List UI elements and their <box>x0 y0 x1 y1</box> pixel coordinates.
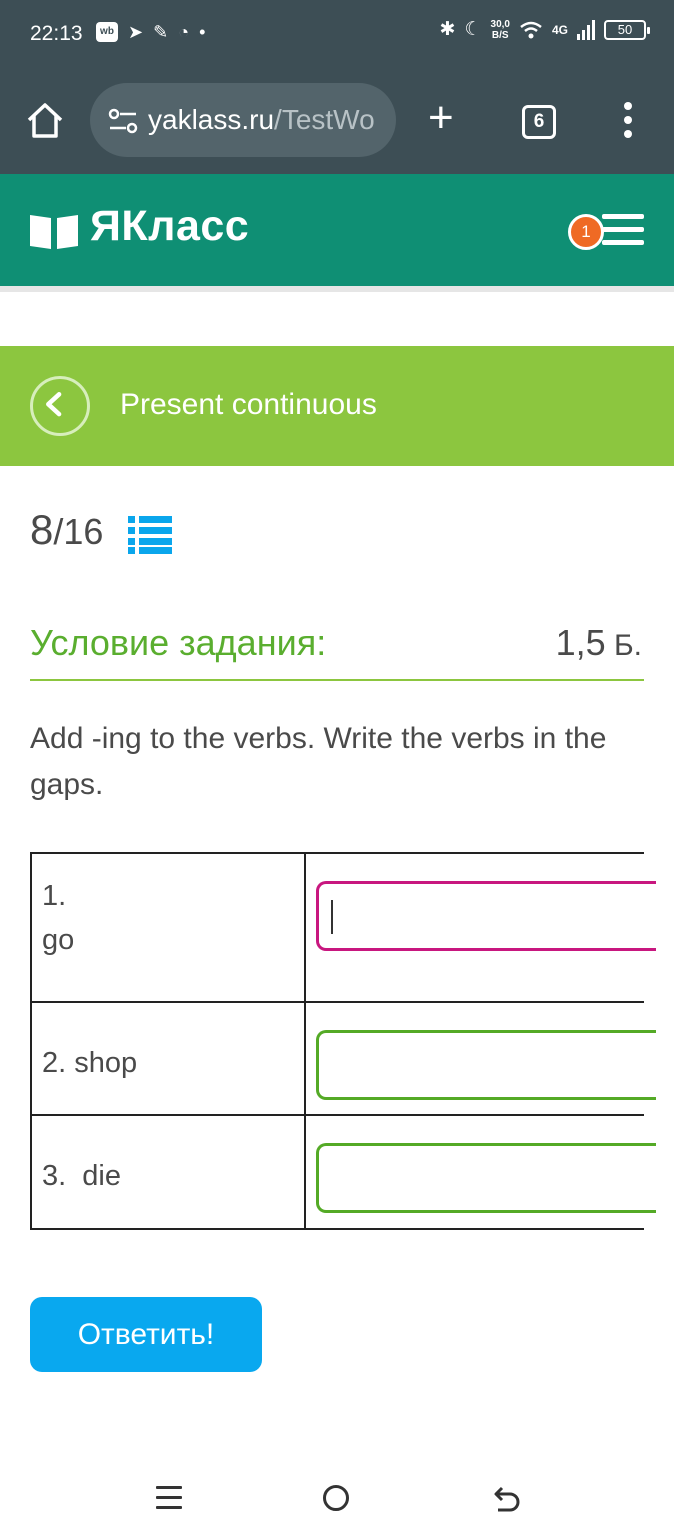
row-number: 2. <box>42 1046 67 1079</box>
progress-current: 8 <box>30 506 54 553</box>
back-icon[interactable] <box>492 1484 522 1514</box>
answer-cell <box>304 852 656 1003</box>
dot-icon: • <box>199 22 206 42</box>
verb-cell: 2. shop <box>30 1000 306 1117</box>
wifi-icon <box>520 21 542 38</box>
status-app-icons: wb ➤ ✎ ◔ • <box>96 22 205 42</box>
task-divider <box>30 679 644 681</box>
back-arrow-icon[interactable] <box>30 376 90 436</box>
home-icon[interactable] <box>24 100 66 142</box>
url-host: yaklass.ru <box>148 104 275 135</box>
do-not-disturb-icon: ☾ <box>464 19 482 40</box>
site-header: ЯКласс 1 <box>0 174 674 286</box>
task-instruction: Add -ing to the verbs. Write the verbs i… <box>30 722 607 801</box>
signal-icon <box>577 19 595 40</box>
verb-cell: 3. die <box>30 1114 306 1230</box>
task-condition-label: Условие задания: <box>30 622 327 663</box>
answer-input-3[interactable] <box>316 1143 656 1214</box>
logo-book-icon[interactable] <box>30 211 78 249</box>
chat-icon: ◔ <box>178 22 190 42</box>
broom-icon: ✎ <box>153 22 169 42</box>
system-nav-bar <box>0 1460 674 1536</box>
battery-icon: 50 <box>604 19 650 40</box>
task-list-icon[interactable] <box>128 514 172 554</box>
verb-cell: 1. go <box>30 852 306 1003</box>
new-tab-button[interactable]: + <box>428 96 454 140</box>
site-logo[interactable]: ЯКласс <box>90 202 249 251</box>
task-table: 1. go 2. shop 3. die <box>30 852 656 1230</box>
url-path: /TestWo <box>274 104 375 135</box>
network-type: 4G <box>551 22 568 37</box>
address-bar[interactable]: yaklass.ru/TestWo <box>90 83 396 157</box>
row-verb: go <box>42 924 75 956</box>
header-divider <box>0 286 674 292</box>
row-number: 1. <box>42 880 67 912</box>
row-number: 3. <box>42 1160 67 1193</box>
submit-button[interactable]: Ответить! <box>30 1297 262 1372</box>
status-indicators: ✱ ☾ 30,0 B/S 4G 50 <box>439 18 650 41</box>
points-unit: Б. <box>605 629 642 662</box>
text-caret <box>331 900 333 934</box>
topic-title: Present continuous <box>120 388 377 421</box>
answer-input-1[interactable] <box>316 881 656 951</box>
row-verb: shop <box>74 1046 138 1079</box>
status-time: 22:13 <box>30 22 83 45</box>
task-points: 1,5 Б. <box>556 622 642 664</box>
notification-badge[interactable]: 1 <box>568 214 604 250</box>
table-row: 3. die <box>30 1114 656 1230</box>
url-text[interactable]: yaklass.ru/TestWo <box>148 104 375 136</box>
site-settings-icon[interactable] <box>108 108 138 134</box>
task-progress: 8/16 <box>30 506 103 554</box>
points-value: 1,5 <box>555 622 606 663</box>
answer-cell <box>304 1000 656 1117</box>
bluetooth-icon: ✱ <box>439 19 456 40</box>
telegram-icon: ➤ <box>128 22 144 42</box>
more-menu-icon[interactable] <box>622 102 634 142</box>
network-speed: 30,0 B/S <box>490 18 510 41</box>
browser-toolbar: yaklass.ru/TestWo + 6 <box>0 70 674 174</box>
main-menu-button[interactable]: 1 <box>568 210 648 250</box>
home-circle-icon[interactable] <box>323 1485 349 1511</box>
tab-switcher-button[interactable]: 6 <box>522 105 556 139</box>
status-bar: 22:13 wb ➤ ✎ ◔ • ✱ ☾ 30,0 B/S 4G 50 <box>0 0 674 70</box>
progress-total: /16 <box>53 511 104 552</box>
wildberries-icon: wb <box>96 22 118 42</box>
row-verb: die <box>74 1160 122 1193</box>
topic-banner: Present continuous <box>0 346 674 466</box>
answer-cell <box>304 1114 656 1230</box>
answer-input-2[interactable] <box>316 1029 656 1100</box>
table-row: 1. go <box>30 852 656 1003</box>
recent-apps-icon[interactable] <box>156 1486 182 1510</box>
table-row: 2. shop <box>30 1000 656 1117</box>
